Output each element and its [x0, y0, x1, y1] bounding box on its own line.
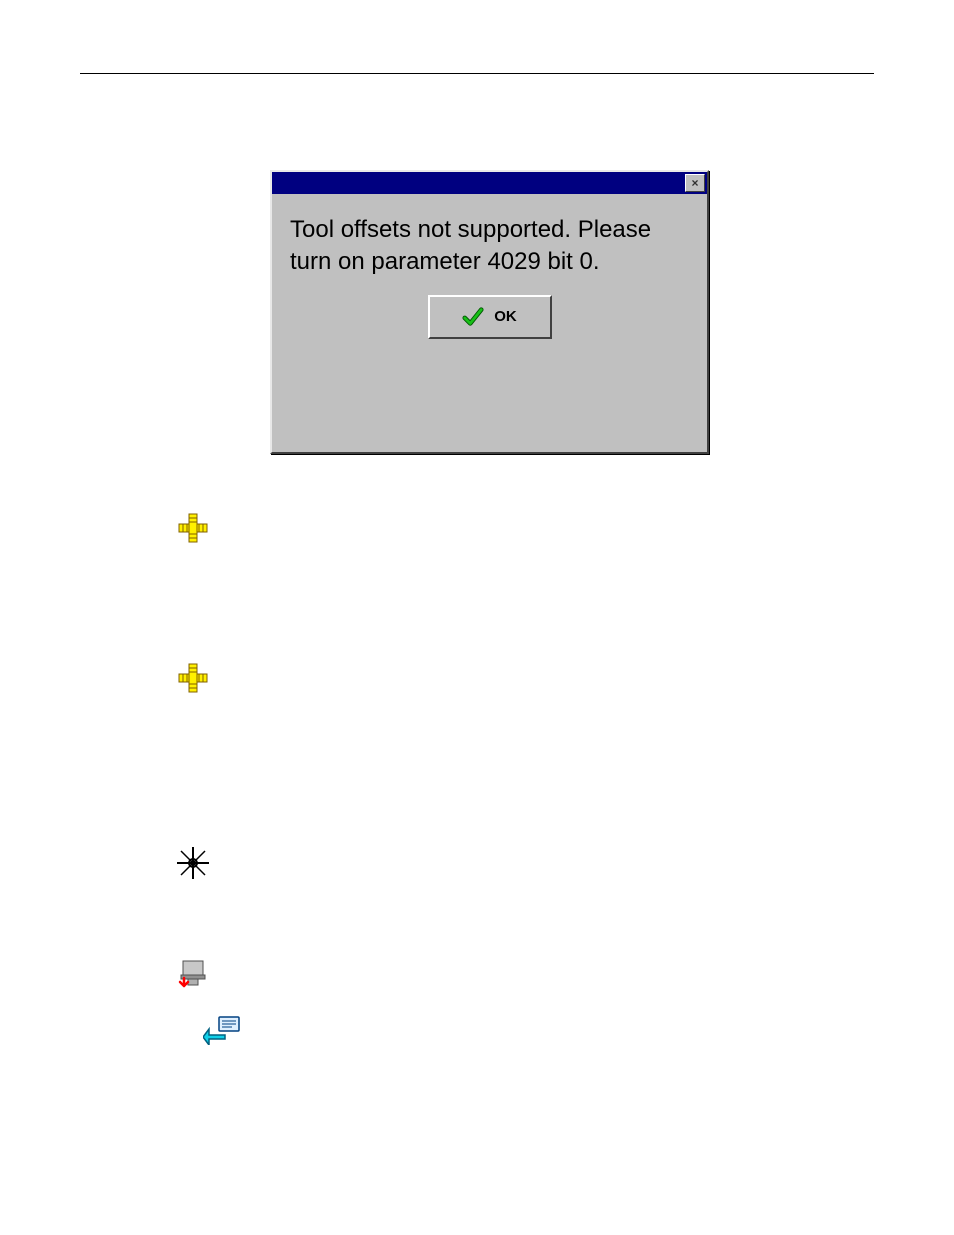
- machine-tool-icon: [175, 955, 211, 991]
- star-target-icon: [175, 845, 211, 881]
- ruler-cross-icon: [175, 510, 211, 546]
- check-icon: [462, 306, 484, 328]
- ok-button-label: OK: [494, 308, 517, 325]
- message-dialog: × Tool offsets not supported. Please tur…: [270, 170, 709, 454]
- close-button[interactable]: ×: [685, 174, 705, 192]
- dialog-message: Tool offsets not supported. Please turn …: [272, 194, 707, 289]
- back-message-icon: [203, 1015, 243, 1045]
- dialog-footer: OK: [272, 289, 707, 353]
- horizontal-rule: [80, 73, 874, 74]
- ruler-cross-icon: [175, 660, 211, 696]
- close-icon: ×: [691, 177, 698, 189]
- dialog-titlebar: ×: [272, 172, 707, 194]
- ok-button[interactable]: OK: [428, 295, 552, 339]
